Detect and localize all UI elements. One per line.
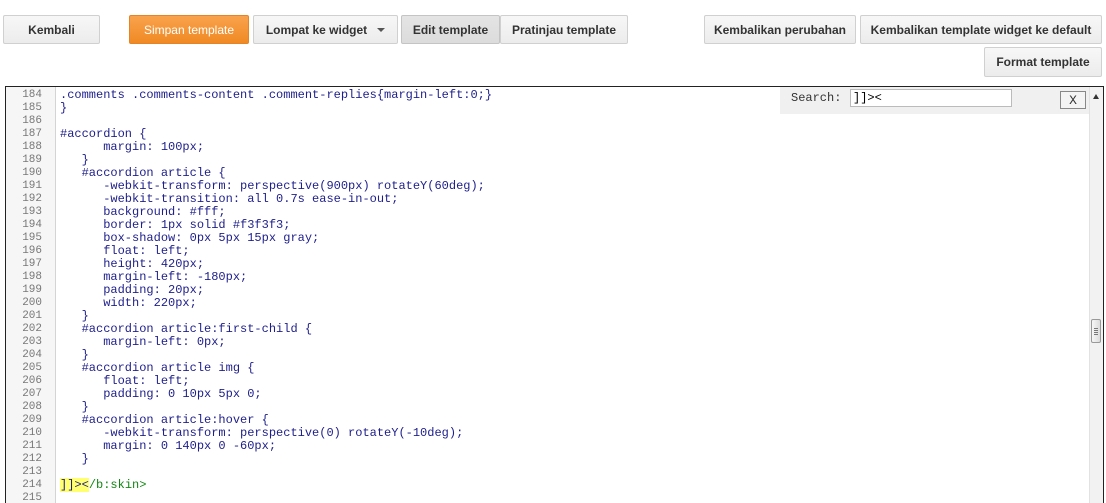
code-line: 212 } (6, 453, 1026, 466)
code-editor[interactable]: 184 .comments .comments-content .comment-… (5, 86, 1104, 503)
search-match-highlight: ]]>< (60, 478, 89, 492)
code-text: ]]></b:skin> (60, 478, 147, 492)
save-template-button[interactable]: Simpan template (129, 15, 249, 44)
line-number: 197 (22, 258, 42, 270)
code-line: 213 (6, 466, 1026, 479)
code-line: 188 margin: 100px; (6, 141, 1026, 154)
line-number: 215 (22, 492, 42, 503)
code-line: 207 padding: 0 10px 5px 0; (6, 388, 1026, 401)
line-number: 205 (22, 362, 42, 374)
code-line: 200 width: 220px; (6, 297, 1026, 310)
line-number: 207 (22, 388, 42, 400)
line-number: 188 (22, 141, 42, 153)
line-number: 210 (22, 427, 42, 439)
vertical-scrollbar[interactable] (1089, 87, 1103, 503)
line-number: 192 (22, 193, 42, 205)
code-line: 186 (6, 115, 1026, 128)
line-number: 208 (22, 401, 42, 413)
line-number: 206 (22, 375, 42, 387)
line-number: 184 (22, 89, 42, 101)
line-number: 201 (22, 310, 42, 322)
arrow-up-icon[interactable] (1093, 94, 1099, 99)
chevron-down-icon (377, 27, 386, 32)
code-line: 211 margin: 0 140px 0 -60px; (6, 440, 1026, 453)
code-text: margin: 0 140px 0 -60px; (60, 439, 277, 453)
code-line: 203 margin-left: 0px; (6, 336, 1026, 349)
line-number: 200 (22, 297, 42, 309)
line-number: 214 (22, 479, 42, 491)
jump-to-widget-label: Lompat ke widget (265, 22, 368, 37)
code-text: .comments .comments-content .comment-rep… (60, 88, 493, 102)
line-number: 203 (22, 336, 42, 348)
code-tag-text: /b:skin> (88, 478, 147, 492)
line-number: 196 (22, 245, 42, 257)
revert-changes-button[interactable]: Kembalikan perubahan (704, 15, 856, 44)
preview-template-button[interactable]: Pratinjau template (500, 15, 628, 44)
code-text: padding: 0 10px 5px 0; (60, 387, 262, 401)
line-number: 209 (22, 414, 42, 426)
line-number: 204 (22, 349, 42, 361)
search-bar: Search: X (780, 87, 1090, 114)
line-number: 195 (22, 232, 42, 244)
revert-widgets-default-button[interactable]: Kembalikan template widget ke default (860, 15, 1102, 44)
line-number: 185 (22, 102, 42, 114)
line-number: 189 (22, 154, 42, 166)
search-input[interactable] (850, 89, 1012, 107)
jump-to-widget-dropdown[interactable]: Lompat ke widget (253, 15, 398, 44)
back-button[interactable]: Kembali (3, 15, 100, 44)
line-number: 187 (22, 128, 42, 140)
line-number: 202 (22, 323, 42, 335)
line-number: 213 (22, 466, 42, 478)
line-number: 191 (22, 180, 42, 192)
line-number: 212 (22, 453, 42, 465)
line-number: 190 (22, 167, 42, 179)
scrollbar-thumb[interactable] (1091, 319, 1101, 343)
line-number: 194 (22, 219, 42, 231)
code-text: } (60, 452, 89, 466)
code-text: } (60, 101, 68, 115)
format-template-button[interactable]: Format template (984, 47, 1102, 77)
code-line: 214 ]]></b:skin> (6, 478, 1026, 492)
line-number: 193 (22, 206, 42, 218)
close-icon[interactable]: X (1060, 91, 1086, 109)
line-number: 198 (22, 271, 42, 283)
line-number: 199 (22, 284, 42, 296)
edit-template-button[interactable]: Edit template (401, 15, 500, 44)
line-number: 186 (22, 115, 42, 127)
line-number: 211 (22, 440, 42, 452)
search-label: Search: (791, 91, 842, 105)
code-line: 215 (6, 492, 1026, 503)
